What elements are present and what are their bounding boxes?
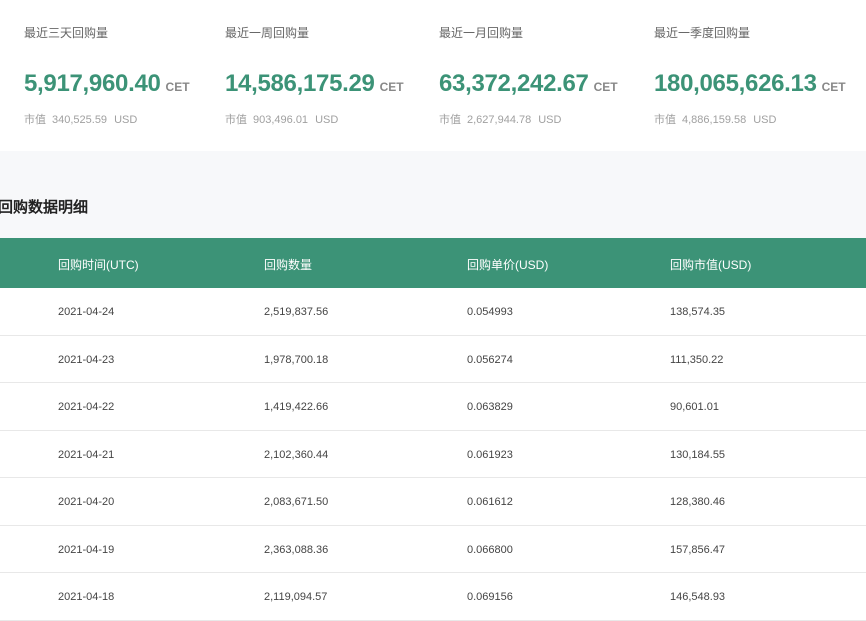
- stat-unit: CET: [593, 80, 618, 94]
- cell-market-value: 128,380.46: [670, 496, 726, 508]
- stat-value: 5,917,960.40 CET: [24, 70, 190, 98]
- mv-value: 4,886,159.58: [682, 114, 747, 126]
- table-body: 2021-04-24 2,519,837.56 0.054993 138,574.35…: [0, 288, 866, 621]
- cell-amount: 2,519,837.56: [264, 306, 329, 318]
- stat-amount: 180,065,626.13: [654, 70, 817, 97]
- mv-unit: USD: [753, 114, 777, 126]
- cell-amount: 1,978,700.18: [264, 353, 329, 366]
- stat-label: 最近一月回购量: [439, 26, 524, 40]
- mv-label: 市值: [24, 114, 46, 126]
- cell-time: 2021-04-21: [58, 448, 115, 461]
- cell-time: 2021-04-23: [58, 353, 115, 366]
- cell-time: 2021-04-18: [58, 591, 115, 603]
- cell-price: 0.069156: [467, 591, 513, 603]
- stat-market-value: 市值 4,886,159.58 USD: [654, 111, 776, 127]
- stat-unit: CET: [821, 80, 846, 94]
- cell-market-value: 111,350.22: [670, 353, 724, 366]
- cell-time: 2021-04-24: [58, 306, 115, 318]
- mv-unit: USD: [315, 114, 339, 126]
- table-row: 2021-04-18 2,119,094.57 0.069156 146,548.93: [0, 573, 866, 621]
- cell-amount: 2,102,360.44: [264, 448, 329, 461]
- cell-market-value: 146,548.93: [670, 591, 726, 603]
- stat-market-value: 市值 903,496.01 USD: [225, 111, 338, 127]
- mv-label: 市值: [654, 114, 676, 126]
- header-market-value: 回购市值(USD): [670, 258, 752, 272]
- cell-price: 0.061923: [467, 448, 513, 461]
- mv-unit: USD: [114, 114, 138, 126]
- table-row: 2021-04-22 1,419,422.66 0.063829 90,601.01: [0, 383, 866, 431]
- header-time: 回购时间(UTC): [58, 258, 139, 272]
- table-row: 2021-04-20 2,083,671.50 0.061612 128,380.46: [0, 478, 866, 526]
- mv-label: 市值: [439, 114, 461, 126]
- cell-price: 0.056274: [467, 353, 513, 366]
- stat-label: 最近一季度回购量: [654, 26, 751, 40]
- section-title: 回购数据明细: [0, 199, 89, 216]
- stat-market-value: 市值 2,627,944.78 USD: [439, 111, 561, 127]
- header-amount: 回购数量: [264, 258, 313, 272]
- table-row: 2021-04-24 2,519,837.56 0.054993 138,574.35: [0, 288, 866, 336]
- cell-time: 2021-04-19: [58, 543, 115, 556]
- cell-amount: 1,419,422.66: [264, 401, 329, 413]
- cell-market-value: 157,856.47: [670, 543, 726, 556]
- stat-value: 63,372,242.67 CET: [439, 70, 618, 98]
- cell-time: 2021-04-20: [58, 496, 115, 508]
- stat-unit: CET: [165, 80, 190, 94]
- header-price: 回购单价(USD): [467, 258, 549, 272]
- cell-price: 0.061612: [467, 496, 513, 508]
- mv-value: 2,627,944.78: [467, 114, 532, 126]
- cell-market-value: 130,184.55: [670, 448, 726, 461]
- mv-value: 340,525.59: [52, 114, 108, 126]
- stat-value: 180,065,626.13 CET: [654, 70, 846, 98]
- stat-market-value: 市值 340,525.59 USD: [24, 111, 137, 127]
- buyback-summary: 最近三天回购量 5,917,960.40 CET 市值 340,525.59 USD …: [0, 0, 866, 151]
- stat-value: 14,586,175.29 CET: [225, 70, 404, 98]
- table-row: 2021-04-19 2,363,088.36 0.066800 157,856.47: [0, 525, 866, 573]
- cell-price: 0.063829: [467, 401, 513, 413]
- table-row: 2021-04-21 2,102,360.44 0.061923 130,184.55: [0, 430, 866, 478]
- cell-amount: 2,083,671.50: [264, 496, 329, 508]
- cell-price: 0.066800: [467, 543, 513, 556]
- table-row: 2021-04-23 1,978,700.18 0.056274 111,350.22: [0, 335, 866, 383]
- stat-amount: 5,917,960.40: [24, 70, 161, 97]
- stat-label: 最近三天回购量: [24, 26, 109, 40]
- stat-unit: CET: [379, 80, 404, 94]
- cell-amount: 2,363,088.36: [264, 543, 329, 556]
- cell-price: 0.054993: [467, 306, 513, 318]
- cell-market-value: 138,574.35: [670, 306, 726, 318]
- buyback-table: 回购时间(UTC) 回购数量 回购单价(USD) 回购市值(USD) 2021-…: [0, 238, 866, 621]
- stat-label: 最近一周回购量: [225, 26, 310, 40]
- stat-amount: 14,586,175.29: [225, 70, 375, 97]
- cell-time: 2021-04-22: [58, 401, 115, 413]
- mv-label: 市值: [225, 114, 247, 126]
- stat-amount: 63,372,242.67: [439, 70, 589, 97]
- table-header: 回购时间(UTC) 回购数量 回购单价(USD) 回购市值(USD): [0, 238, 866, 288]
- mv-unit: USD: [538, 114, 562, 126]
- cell-amount: 2,119,094.57: [264, 591, 328, 603]
- cell-market-value: 90,601.01: [670, 401, 719, 413]
- mv-value: 903,496.01: [253, 114, 309, 126]
